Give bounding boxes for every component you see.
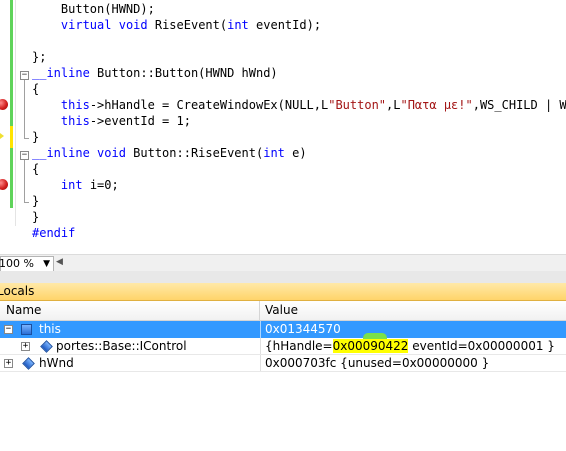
unsaved-change-bar xyxy=(10,126,13,148)
variable-name: portes::Base::IControl xyxy=(56,339,187,353)
panel-title: Locals xyxy=(0,284,35,298)
code-line[interactable]: #endif xyxy=(32,225,75,241)
locals-window-header[interactable]: Locals xyxy=(0,283,566,301)
current-statement-arrow-icon xyxy=(0,130,4,142)
code-text: }; xyxy=(32,50,47,64)
expand-icon[interactable]: + xyxy=(4,359,13,368)
code-editor[interactable]: − − Button(HWND); virtual void RiseEvent… xyxy=(0,0,566,254)
code-line[interactable]: __inline void Button::RiseEvent(int e) xyxy=(32,145,307,161)
variable-name: this xyxy=(39,322,61,336)
chevron-down-icon[interactable]: ▼ xyxy=(43,257,50,271)
code-line[interactable]: Button(HWND); xyxy=(32,1,155,17)
variable-value[interactable]: 0x01344570 xyxy=(265,321,341,338)
outline-end xyxy=(24,202,29,203)
code-line[interactable]: } xyxy=(32,193,39,209)
code-text: Button(HWND); xyxy=(32,2,155,16)
scroll-left-icon[interactable]: ◀ xyxy=(56,257,63,267)
code-line[interactable]: { xyxy=(32,161,39,177)
struct-icon xyxy=(21,324,32,335)
outline-end xyxy=(24,138,29,139)
code-text: } xyxy=(32,130,40,144)
variable-name: hWnd xyxy=(39,356,74,370)
code-line[interactable]: this->eventId = 1; xyxy=(32,113,191,129)
gutter-separator xyxy=(15,0,16,226)
code-line[interactable]: __inline Button::Button(HWND hWnd) xyxy=(32,65,278,81)
code-text: #endif xyxy=(32,226,76,240)
zoom-select[interactable]: 100 % ▼ xyxy=(0,256,54,272)
outline-line xyxy=(24,160,25,202)
field-icon xyxy=(22,357,35,370)
code-text: { xyxy=(32,82,40,96)
collapse-icon[interactable]: − xyxy=(20,71,29,80)
table-row[interactable]: + hWnd 0x000703fc {unused=0x00000000 } xyxy=(0,355,566,372)
column-header-name[interactable]: Name xyxy=(6,301,41,320)
code-text: { xyxy=(32,162,40,176)
code-line[interactable]: }; xyxy=(32,49,46,65)
code-line[interactable]: virtual void RiseEvent(int eventId); xyxy=(32,17,321,33)
table-row[interactable]: − this 0x01344570 xyxy=(0,321,566,338)
collapse-icon[interactable]: − xyxy=(20,151,29,160)
change-tracking-bar xyxy=(10,0,13,208)
highlighted-handle-value: 0x00090422 xyxy=(332,339,409,353)
column-divider xyxy=(260,338,261,355)
expand-icon[interactable]: + xyxy=(21,342,30,351)
column-divider xyxy=(260,355,261,372)
code-line[interactable]: this->hHandle = CreateWindowEx(NULL,L"Bu… xyxy=(32,97,566,113)
column-header-value[interactable]: Value xyxy=(265,301,298,320)
code-text: } xyxy=(32,194,40,208)
locals-grid-header: Name Value xyxy=(0,301,566,321)
code-line[interactable]: { xyxy=(32,81,39,97)
code-line[interactable]: int i=0; xyxy=(32,177,119,193)
field-icon xyxy=(40,340,53,353)
code-line[interactable]: } xyxy=(32,129,39,145)
collapse-icon[interactable]: − xyxy=(4,325,13,334)
table-row[interactable]: + portes::Base::IControl {hHandle=0x0009… xyxy=(0,338,566,355)
editor-status-bar: 100 % ▼ ◀ xyxy=(0,254,566,272)
outline-line xyxy=(24,80,25,138)
panel-splitter[interactable] xyxy=(0,271,566,283)
column-divider xyxy=(260,321,261,338)
variable-value[interactable]: {hHandle=0x00090422 eventId=0x00000001 } xyxy=(265,338,555,355)
code-text: } xyxy=(32,210,40,224)
code-line[interactable]: } xyxy=(32,209,39,225)
column-resize-handle[interactable] xyxy=(259,301,260,320)
variable-value[interactable]: 0x000703fc {unused=0x00000000 } xyxy=(265,355,489,372)
zoom-value: 100 % xyxy=(0,257,34,270)
